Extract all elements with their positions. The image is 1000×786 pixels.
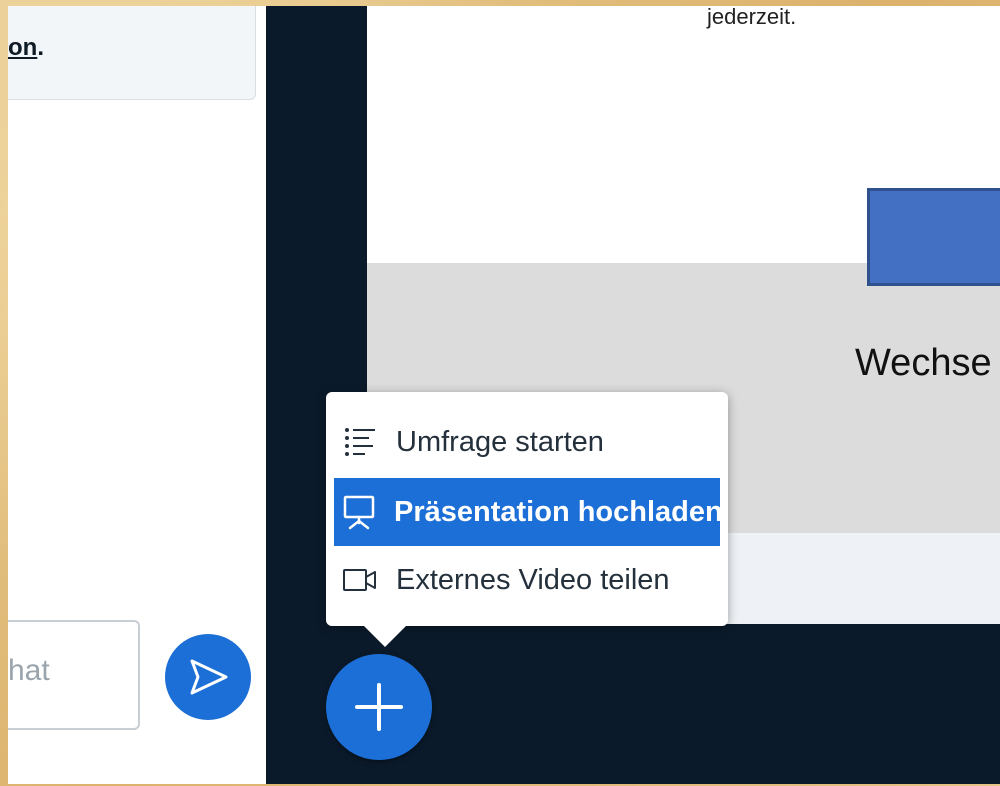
video-camera-icon	[342, 562, 378, 598]
slide-blue-box	[867, 188, 1000, 286]
poll-list-icon	[342, 424, 378, 460]
menu-item-start-poll[interactable]: Umfrage starten	[334, 408, 720, 476]
menu-item-label: Präsentation hochladen	[394, 495, 723, 528]
menu-item-upload-presentation[interactable]: Präsentation hochladen	[334, 478, 723, 546]
menu-pointer-arrow	[363, 625, 407, 647]
actions-menu: Umfrage starten Präsentation hochladen E…	[326, 392, 728, 626]
chat-message-tail: .	[37, 34, 44, 61]
actions-plus-button[interactable]	[326, 654, 432, 760]
chat-message-link[interactable]: on	[8, 34, 37, 61]
chat-panel: on. hat	[8, 6, 266, 784]
slide-top-text: jederzeit.	[707, 6, 797, 29]
plus-icon	[355, 683, 403, 731]
app-screen: on. hat jederzeit. Wechse Umfrage starte…	[8, 6, 1000, 784]
menu-item-label: Externes Video teilen	[396, 563, 670, 596]
send-icon	[190, 659, 228, 695]
chat-message-text: on.	[8, 34, 44, 62]
menu-item-share-video[interactable]: Externes Video teilen	[334, 546, 720, 614]
presentation-icon	[342, 494, 376, 530]
chat-message	[8, 6, 256, 100]
slide-heading: Wechse	[855, 342, 992, 384]
chat-input-placeholder: hat	[8, 654, 50, 687]
menu-item-label: Umfrage starten	[396, 425, 604, 458]
send-message-button[interactable]	[165, 634, 251, 720]
